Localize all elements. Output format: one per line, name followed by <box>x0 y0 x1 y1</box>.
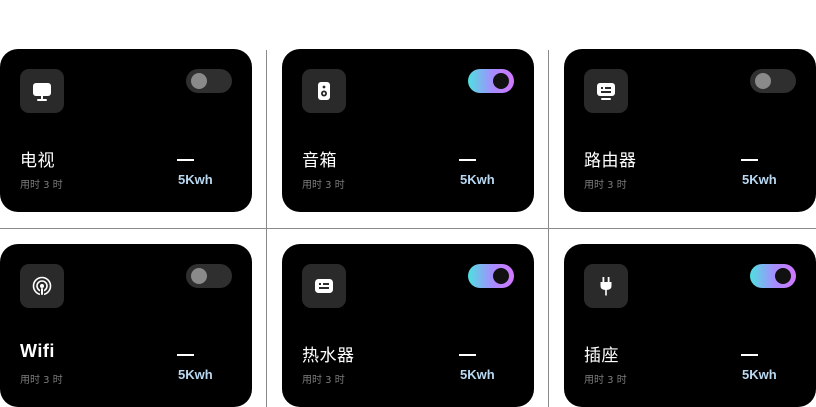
energy-value: 5Kwh <box>742 367 777 382</box>
device-name: 热水器 <box>302 346 355 366</box>
grid-divider-horizontal <box>0 228 816 229</box>
device-name: 音箱 <box>302 151 337 171</box>
power-toggle[interactable] <box>750 69 796 93</box>
tv-icon <box>20 69 64 113</box>
usage-time: 用时 3 时 <box>302 180 345 191</box>
toggle-knob <box>191 268 207 284</box>
dash-mark <box>741 159 758 161</box>
usage-time: 用时 3 时 <box>20 375 63 386</box>
toggle-knob <box>755 73 771 89</box>
dash-mark <box>177 159 194 161</box>
usage-time: 用时 3 时 <box>302 375 345 386</box>
wifi-icon <box>20 264 64 308</box>
dash-mark <box>741 354 758 356</box>
power-toggle[interactable] <box>750 264 796 288</box>
device-card-router[interactable]: 路由器 用时 3 时 5Kwh <box>564 49 816 212</box>
device-card-water-heater[interactable]: 热水器 用时 3 时 5Kwh <box>282 244 534 407</box>
usage-time: 用时 3 时 <box>20 180 63 191</box>
energy-value: 5Kwh <box>178 172 213 187</box>
device-name: 电视 <box>20 151 55 171</box>
power-toggle[interactable] <box>468 69 514 93</box>
power-toggle[interactable] <box>186 264 232 288</box>
energy-value: 5Kwh <box>178 367 213 382</box>
device-name: 路由器 <box>584 151 637 171</box>
usage-time: 用时 3 时 <box>584 375 627 386</box>
device-card-speaker[interactable]: 音箱 用时 3 时 5Kwh <box>282 49 534 212</box>
dash-mark <box>459 354 476 356</box>
usage-time: 用时 3 时 <box>584 180 627 191</box>
toggle-knob <box>493 268 509 284</box>
energy-value: 5Kwh <box>742 172 777 187</box>
water-heater-icon <box>302 264 346 308</box>
energy-value: 5Kwh <box>460 172 495 187</box>
dash-mark <box>459 159 476 161</box>
energy-value: 5Kwh <box>460 367 495 382</box>
device-name: 插座 <box>584 346 619 366</box>
power-toggle[interactable] <box>186 69 232 93</box>
device-card-wifi[interactable]: Wifi 用时 3 时 5Kwh <box>0 244 252 407</box>
toggle-knob <box>191 73 207 89</box>
toggle-knob <box>775 268 791 284</box>
device-card-socket[interactable]: 插座 用时 3 时 5Kwh <box>564 244 816 407</box>
speaker-icon <box>302 69 346 113</box>
plug-icon <box>584 264 628 308</box>
power-toggle[interactable] <box>468 264 514 288</box>
device-name: Wifi <box>20 341 55 361</box>
device-card-tv[interactable]: 电视 用时 3 时 5Kwh <box>0 49 252 212</box>
dash-mark <box>177 354 194 356</box>
toggle-knob <box>493 73 509 89</box>
router-icon <box>584 69 628 113</box>
